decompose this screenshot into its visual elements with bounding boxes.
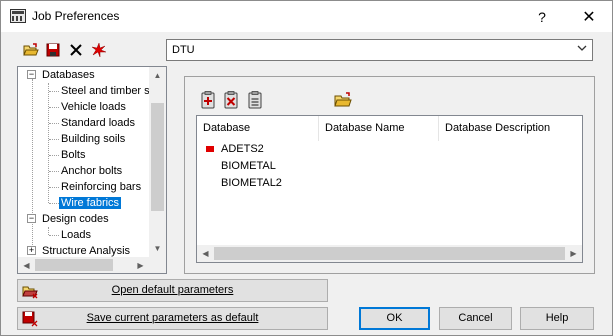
button-label: Open default parameters [111, 284, 234, 296]
database-cell: ADETS2 [221, 143, 264, 155]
scroll-right-icon[interactable]: ▶ [132, 257, 149, 273]
chevron-down-icon [577, 43, 587, 56]
settings-tree[interactable]: − Databases Steel and timber s Vehicle l… [17, 66, 167, 274]
scroll-up-icon[interactable]: ▲ [149, 67, 166, 84]
tree-item-anchor-bolts[interactable]: Anchor bolts [61, 163, 122, 179]
tree-item-label: Bolts [61, 149, 86, 161]
open-default-parameters-button[interactable]: Open default parameters [17, 279, 328, 302]
tree-item-label: Reinforcing bars [61, 181, 142, 193]
tree-horizontal-scrollbar[interactable]: ◀ ▶ [18, 257, 149, 273]
tree-item-loads[interactable]: Loads [61, 227, 91, 243]
tree-connector [49, 171, 59, 172]
open-folder-icon[interactable] [22, 41, 40, 59]
add-database-icon[interactable] [198, 90, 218, 110]
ok-button[interactable]: OK [359, 307, 430, 330]
collapse-icon[interactable]: − [27, 70, 36, 79]
database-set-dropdown[interactable]: DTU [166, 39, 593, 61]
help-button[interactable]: Help [520, 307, 594, 330]
database-cell: BIOMETAL [221, 160, 276, 172]
button-label: Save current parameters as default [86, 312, 259, 324]
database-panel: Database Database Name Database Descript… [184, 76, 595, 274]
scroll-thumb[interactable] [214, 247, 565, 260]
delete-icon[interactable] [67, 41, 85, 59]
tree-connector [48, 83, 49, 203]
scroll-left-icon[interactable]: ◀ [197, 245, 214, 262]
list-item[interactable]: BIOMETAL2 [197, 175, 582, 192]
tree-connector [49, 187, 59, 188]
list-horizontal-scrollbar[interactable]: ◀ ▶ [197, 245, 582, 262]
reset-icon[interactable] [90, 41, 108, 59]
scroll-left-icon[interactable]: ◀ [18, 257, 35, 273]
scroll-thumb[interactable] [151, 103, 164, 211]
tree-connector [32, 79, 33, 249]
tree-item-label: Steel and timber s [61, 85, 150, 97]
window-title: Job Preferences [32, 9, 120, 23]
tree-item-building-soils[interactable]: Building soils [61, 131, 125, 147]
save-as-default-button[interactable]: Save current parameters as default [17, 307, 328, 330]
save-icon[interactable] [44, 41, 62, 59]
list-item[interactable]: ADETS2 [197, 141, 582, 158]
tree-item-label: Vehicle loads [61, 101, 126, 113]
title-bar: Job Preferences ? ✕ [1, 1, 612, 32]
tree-connector [48, 227, 49, 235]
dropdown-value: DTU [172, 44, 195, 56]
tree-item-label: Building soils [61, 133, 126, 145]
open-database-folder-icon[interactable] [333, 90, 353, 110]
tree-item-label: Anchor bolts [61, 165, 123, 177]
tree-item-wire-fabrics[interactable]: Wire fabrics [59, 195, 122, 211]
tree-item-vehicle-loads[interactable]: Vehicle loads [61, 99, 126, 115]
database-list[interactable]: Database Database Name Database Descript… [196, 115, 583, 263]
tree-connector [49, 107, 59, 108]
column-header-database-name[interactable]: Database Name [319, 116, 439, 141]
tree-item-standard-loads[interactable]: Standard loads [61, 115, 135, 131]
scroll-thumb[interactable] [35, 259, 113, 271]
cancel-button[interactable]: Cancel [439, 307, 512, 330]
expand-icon[interactable]: + [27, 246, 36, 255]
column-header-database-description[interactable]: Database Description [439, 116, 582, 141]
tree-item-label: Databases [42, 69, 95, 81]
tree-connector [49, 235, 59, 236]
app-icon [10, 9, 26, 23]
job-preferences-dialog: Job Preferences ? ✕ DTU − Databases Stee… [0, 0, 613, 336]
tree-item-label: Standard loads [61, 117, 135, 129]
scroll-down-icon[interactable]: ▼ [149, 240, 166, 257]
tree-connector [49, 91, 59, 92]
tree-item-label: Wire fabrics [59, 197, 122, 209]
tree-connector [49, 155, 59, 156]
tree-item-reinforcing-bars[interactable]: Reinforcing bars [61, 179, 141, 195]
tree-item-bolts[interactable]: Bolts [61, 147, 85, 163]
help-title-button[interactable]: ? [519, 1, 565, 32]
collapse-icon[interactable]: − [27, 214, 36, 223]
tree-item-label: Design codes [42, 213, 109, 225]
tree-connector [49, 203, 59, 204]
database-cell: BIOMETAL2 [221, 177, 282, 189]
scroll-right-icon[interactable]: ▶ [565, 245, 582, 262]
list-item[interactable]: BIOMETAL [197, 158, 582, 175]
active-marker-icon [206, 146, 214, 152]
tree-connector [49, 139, 59, 140]
tree-item-steel-and-timber[interactable]: Steel and timber s [61, 83, 150, 99]
database-properties-icon[interactable] [245, 90, 265, 110]
scroll-corner [149, 257, 166, 273]
remove-database-icon[interactable] [221, 90, 241, 110]
close-button[interactable]: ✕ [566, 1, 612, 32]
tree-connector [49, 123, 59, 124]
tree-vertical-scrollbar[interactable]: ▲ ▼ [149, 67, 166, 257]
column-header-database[interactable]: Database [197, 116, 319, 141]
tree-item-label: Loads [61, 229, 91, 241]
